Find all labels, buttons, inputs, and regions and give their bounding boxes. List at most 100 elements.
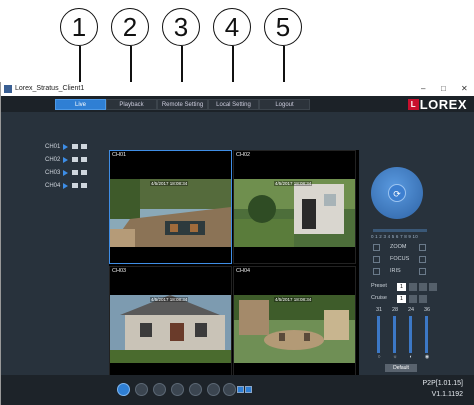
snapshot-icon[interactable] xyxy=(81,170,87,175)
camera-view-ch03[interactable]: CH03 4/5/2017 18:08:34 xyxy=(109,266,232,380)
tab-playback[interactable]: Playback xyxy=(106,99,157,110)
ptz-speed-labels: 0 1 2 3 4 5 6 7 8 9 10 xyxy=(371,234,418,239)
camera-grid: CH01 4/5/2017 18:08:34 CH02 4/5/2017 18:… xyxy=(109,150,359,381)
channel-label: CH03 xyxy=(45,169,61,176)
iris-label: IRIS xyxy=(390,268,401,274)
saturation-icon: ◐ xyxy=(409,354,413,360)
preset-select[interactable]: 1 xyxy=(397,283,406,291)
contrast-icon: ☼ xyxy=(392,354,398,360)
tab-logout[interactable]: Logout xyxy=(259,99,310,110)
callout-1-number: 1 xyxy=(71,11,87,42)
tab-local-setting[interactable]: Local Setting xyxy=(208,99,259,110)
channel-row-ch04[interactable]: CH04 xyxy=(45,181,90,190)
preset-set-button[interactable] xyxy=(409,283,417,291)
single-view-icon[interactable] xyxy=(189,383,202,396)
preset-clear-button[interactable] xyxy=(419,283,427,291)
play-icon[interactable] xyxy=(63,143,68,150)
p2p-version: P2P[1.01.15] xyxy=(422,380,463,387)
view-name: CH04 xyxy=(236,268,251,274)
app-icon xyxy=(4,85,12,93)
quad-view-icon[interactable] xyxy=(207,383,220,396)
live-view-area: CH01 CH02 CH03 CH04 CH01 4/5/2017 18:08:… xyxy=(1,112,474,381)
client-version: V1.1.1192 xyxy=(431,391,463,398)
view-name: CH01 xyxy=(112,152,127,158)
maximize-button[interactable]: □ xyxy=(441,84,446,93)
timestamp-overlay: 4/5/2017 18:08:34 xyxy=(274,181,313,186)
snapshot-icon[interactable] xyxy=(81,157,87,162)
contrast-slider[interactable] xyxy=(393,316,396,353)
zoom-control: ZOOM xyxy=(373,244,429,252)
snapshot-all-icon[interactable] xyxy=(153,383,166,396)
focus-label: FOCUS xyxy=(390,256,410,262)
preset-row: Preset 1 xyxy=(371,283,441,293)
cruise-row: Cruise 1 xyxy=(371,295,441,305)
bottom-toolbar: P2P[1.01.15] V1.1.1192 xyxy=(1,375,474,405)
zoom-label: ZOOM xyxy=(390,244,407,250)
layout-1-icon[interactable] xyxy=(237,386,244,393)
hue-slider[interactable] xyxy=(425,316,428,353)
channel-row-ch01[interactable]: CH01 xyxy=(45,142,90,151)
snapshot-icon[interactable] xyxy=(81,183,87,188)
audio-icon[interactable] xyxy=(171,383,184,396)
logo-mark: L xyxy=(407,98,419,110)
callout-4: 4 xyxy=(213,8,251,46)
image-settings-sliders: 31 28 24 36 ○ ☼ ◐ ◉ xyxy=(373,307,433,362)
play-icon[interactable] xyxy=(63,156,68,163)
preset-call-button[interactable] xyxy=(429,283,437,291)
brightness-slider[interactable] xyxy=(377,316,380,353)
record-icon[interactable] xyxy=(72,170,78,175)
callout-4-number: 4 xyxy=(224,11,240,42)
camera-view-ch04[interactable]: CH04 4/5/2017 18:08:34 xyxy=(233,266,356,380)
snapshot-icon[interactable] xyxy=(81,144,87,149)
refresh-icon[interactable]: ⟳ xyxy=(388,184,406,202)
cruise-select[interactable]: 1 xyxy=(397,295,406,303)
cruise-label: Cruise xyxy=(371,295,387,301)
zoom-out-button[interactable] xyxy=(373,244,380,251)
channel-row-ch02[interactable]: CH02 xyxy=(45,155,90,164)
focus-control: FOCUS xyxy=(373,256,429,264)
layout-4-icon[interactable] xyxy=(245,386,252,393)
saturation-slider[interactable] xyxy=(409,316,412,353)
view-name: CH02 xyxy=(236,152,251,158)
record-icon[interactable] xyxy=(72,183,78,188)
timestamp-overlay: 4/5/2017 18:08:34 xyxy=(150,297,189,302)
ptz-speed-slider[interactable] xyxy=(373,229,427,232)
channel-row-ch03[interactable]: CH03 xyxy=(45,168,90,177)
view-name: CH03 xyxy=(112,268,127,274)
stop-all-icon[interactable] xyxy=(117,383,130,396)
default-button[interactable]: Default xyxy=(385,364,417,372)
focus-far-button[interactable] xyxy=(419,256,426,263)
callout-layer: 1 2 3 4 5 xyxy=(0,0,474,88)
record-icon[interactable] xyxy=(72,157,78,162)
iris-open-button[interactable] xyxy=(419,268,426,275)
zoom-in-button[interactable] xyxy=(419,244,426,251)
tab-remote-setting[interactable]: Remote Setting xyxy=(157,99,208,110)
minimize-button[interactable]: – xyxy=(421,84,425,93)
iris-close-button[interactable] xyxy=(373,268,380,275)
hue-icon: ◉ xyxy=(424,354,430,360)
channel-list: CH01 CH02 CH03 CH04 xyxy=(45,142,90,194)
cruise-start-button[interactable] xyxy=(409,295,417,303)
channel-label: CH04 xyxy=(45,182,61,189)
camera-feed-image xyxy=(234,295,355,363)
camera-feed-image xyxy=(110,295,231,363)
fullscreen-icon[interactable] xyxy=(223,383,236,396)
play-icon[interactable] xyxy=(63,182,68,189)
cruise-stop-button[interactable] xyxy=(419,295,427,303)
brightness-icon: ○ xyxy=(377,354,381,360)
ptz-direction-pad[interactable]: ⟳ xyxy=(371,167,423,219)
focus-near-button[interactable] xyxy=(373,256,380,263)
camera-feed-image xyxy=(234,179,355,247)
callout-2-number: 2 xyxy=(122,11,138,42)
close-button[interactable]: ✕ xyxy=(461,84,468,93)
record-all-icon[interactable] xyxy=(135,383,148,396)
camera-view-ch02[interactable]: CH02 4/5/2017 18:08:34 xyxy=(233,150,356,264)
record-icon[interactable] xyxy=(72,144,78,149)
camera-view-ch01[interactable]: CH01 4/5/2017 18:08:34 xyxy=(109,150,232,264)
callout-1: 1 xyxy=(60,8,98,46)
tab-live[interactable]: Live xyxy=(55,99,106,110)
channel-label: CH01 xyxy=(45,143,61,150)
play-icon[interactable] xyxy=(63,169,68,176)
main-menu: Live Playback Remote Setting Local Setti… xyxy=(1,96,474,112)
callout-3-number: 3 xyxy=(173,11,189,42)
